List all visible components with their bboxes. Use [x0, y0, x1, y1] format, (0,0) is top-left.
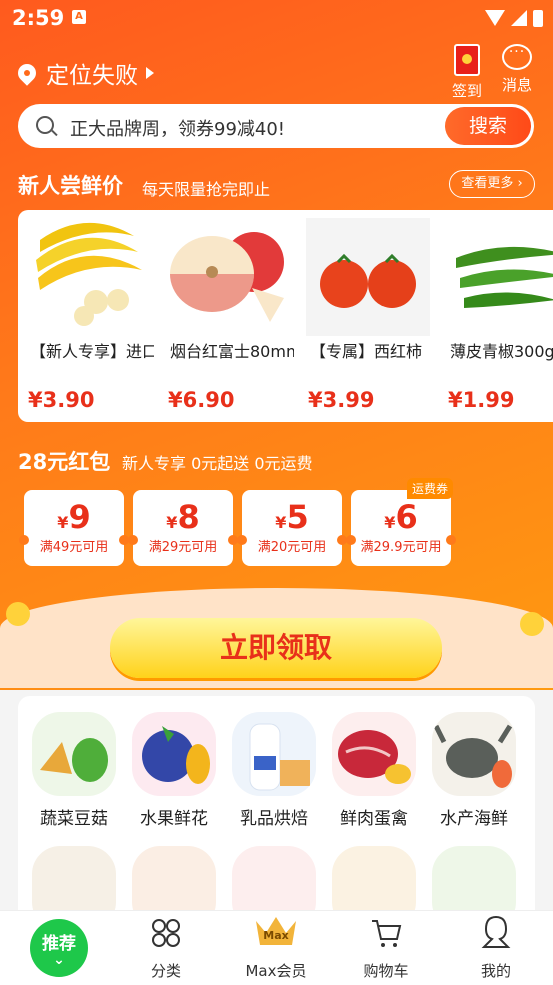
category-label: 鲜肉蛋禽 — [340, 809, 408, 829]
new-user-title: 新人尝鲜价 — [18, 174, 123, 198]
category-label: 水果鲜花 — [140, 809, 208, 829]
dairy-icon — [232, 712, 316, 796]
tab-recommend[interactable]: 推荐 ⌄ — [4, 911, 104, 985]
product-carousel[interactable]: 【新人专享】进口香蕉 ¥3.90 烟台红富士80mm1斤 ¥6.90 【专属】西… — [18, 210, 553, 422]
product-price: ¥3.99 — [308, 388, 375, 412]
category-item[interactable]: 鲜肉蛋禽 — [324, 712, 424, 829]
signal-icon — [511, 10, 527, 26]
location-pin-icon — [14, 60, 40, 86]
status-bar: 2:59 A — [0, 0, 553, 36]
message-icon — [502, 44, 532, 70]
coupon[interactable]: ¥5 满20元可用 — [237, 490, 347, 566]
bottom-tab-bar: 推荐 ⌄ 分类 Max Max会员 购物车 我的 — [0, 910, 553, 985]
coin-icon — [6, 602, 30, 626]
vegetable-icon — [32, 712, 116, 796]
status-icons — [485, 8, 543, 28]
seafood-icon — [432, 712, 516, 796]
search-input[interactable]: 正大品牌周，领券99减40! — [70, 115, 285, 141]
coupon[interactable]: ¥9 满49元可用 — [19, 490, 129, 566]
red-envelope-icon — [454, 44, 480, 76]
product-name: 【专属】西红柿 — [310, 342, 423, 361]
messages-button[interactable]: 消息 — [494, 44, 540, 95]
coupon-symbol: ¥ — [384, 513, 396, 532]
category-label: 水产海鲜 — [440, 809, 508, 829]
meat-icon — [332, 712, 416, 796]
tab-category-label: 分类 — [150, 962, 181, 980]
product-price: ¥3.90 — [28, 388, 95, 412]
coupon-symbol: ¥ — [275, 513, 287, 532]
tab-mine-label: 我的 — [480, 962, 511, 980]
coupon-condition: 满49元可用 — [39, 540, 109, 555]
product-card[interactable]: 薄皮青椒300g ¥1.99 — [438, 210, 553, 422]
banana-image — [36, 222, 142, 326]
coupon-symbol: ¥ — [57, 513, 69, 532]
new-user-subtitle: 每天限量抢完即止 — [142, 180, 271, 199]
search-button[interactable]: 搜索 — [445, 107, 531, 145]
coupon-symbol: ¥ — [166, 513, 178, 532]
location-selector[interactable]: 定位失败 — [14, 56, 154, 90]
product-name: 【新人专享】进口香蕉 — [30, 342, 154, 361]
product-name: 烟台红富士80mm1斤 — [170, 342, 294, 361]
product-price: ¥1.99 — [448, 388, 515, 412]
user-icon — [481, 915, 511, 948]
claim-button[interactable]: 立即领取 — [110, 618, 442, 678]
category-label: 蔬菜豆菇 — [40, 809, 108, 829]
coupon-value: 8 — [177, 498, 200, 536]
tab-cart[interactable]: 购物车 — [336, 911, 436, 985]
view-more-button[interactable]: 查看更多 › — [449, 170, 535, 198]
product-card[interactable]: 【专属】西红柿 ¥3.99 — [298, 210, 433, 422]
coupon[interactable]: ¥8 满29元可用 — [128, 490, 238, 566]
coupon-value: 5 — [286, 498, 309, 536]
category-grid-icon — [152, 919, 180, 947]
fruit-icon — [132, 712, 216, 796]
checkin-button[interactable]: 签到 — [444, 44, 490, 101]
checkin-label: 签到 — [451, 82, 482, 100]
notification-badge-icon: A — [72, 10, 86, 24]
green-pepper-image — [456, 246, 553, 308]
max-badge: Max — [263, 929, 289, 942]
cart-icon — [372, 920, 402, 947]
product-name: 薄皮青椒300g — [450, 342, 553, 361]
red-packet-title: 28元红包 — [18, 450, 111, 474]
category-item[interactable]: 水果鲜花 — [124, 712, 224, 829]
tab-max-member-label: Max会员 — [245, 962, 307, 980]
coupon-value: 9 — [68, 498, 91, 536]
coupon-condition: 满29元可用 — [148, 540, 218, 555]
messages-label: 消息 — [501, 76, 532, 94]
category-item[interactable]: 蔬菜豆菇 — [24, 712, 124, 829]
status-time: 2:59 — [12, 6, 65, 30]
recommend-home-icon: 推荐 ⌄ — [30, 919, 88, 977]
tab-cart-label: 购物车 — [363, 962, 409, 980]
view-more-label: 查看更多 — [461, 176, 514, 191]
search-bar[interactable]: 正大品牌周，领券99减40! 搜索 — [18, 104, 534, 148]
search-icon — [36, 116, 54, 134]
category-item[interactable]: 水产海鲜 — [424, 712, 524, 829]
caret-right-icon — [146, 67, 154, 79]
coupon-value: 6 — [395, 498, 418, 536]
apple-image — [170, 232, 284, 322]
coin-icon — [520, 612, 544, 636]
shipping-coupon-tag: 运费券 — [406, 478, 453, 499]
red-packet-subtitle: 新人专享 0元起送 0元运费 — [122, 454, 313, 473]
tab-category[interactable]: 分类 — [116, 911, 216, 985]
category-label: 乳品烘焙 — [240, 809, 308, 829]
coupon-condition: 满29.9元可用 — [360, 540, 442, 555]
wifi-icon — [485, 10, 505, 26]
tomato-image — [306, 218, 430, 336]
location-label: 定位失败 — [46, 63, 138, 89]
tab-recommend-label: 推荐 — [42, 934, 76, 954]
coupon-condition: 满20元可用 — [257, 540, 327, 555]
category-item[interactable]: 乳品烘焙 — [224, 712, 324, 829]
category-grid: 蔬菜豆菇 水果鲜花 乳品烘焙 鲜肉蛋禽 水产海鲜 — [18, 696, 535, 936]
tab-max-member[interactable]: Max Max会员 — [226, 911, 326, 985]
battery-icon — [533, 9, 543, 27]
product-price: ¥6.90 — [168, 388, 235, 412]
tab-mine[interactable]: 我的 — [446, 911, 546, 985]
coupon[interactable]: 运费券 ¥6 满29.9元可用 — [346, 478, 456, 566]
product-card[interactable]: 烟台红富士80mm1斤 ¥6.90 — [158, 210, 294, 422]
product-card[interactable]: 【新人专享】进口香蕉 ¥3.90 — [18, 210, 154, 422]
